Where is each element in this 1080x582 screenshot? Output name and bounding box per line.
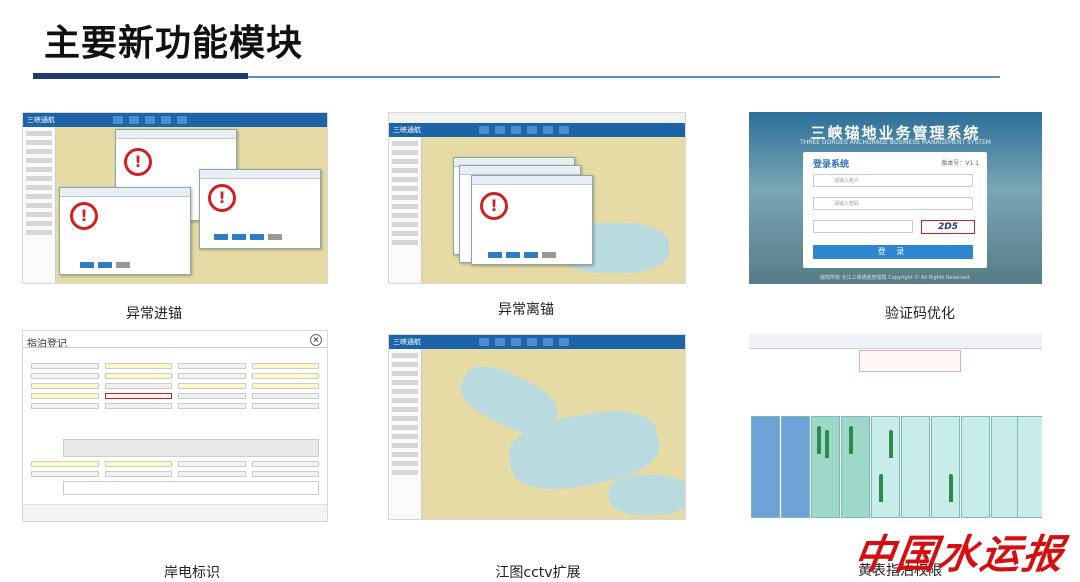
- close-icon[interactable]: ×: [310, 334, 322, 346]
- caption-abnormal-exit: 异常离锚: [498, 302, 554, 318]
- thumbnail-shore-power[interactable]: 指泊登记 ×: [22, 330, 328, 522]
- password-input[interactable]: 请输入密码: [813, 197, 973, 210]
- watermark-logo: 中国水运报: [851, 531, 1068, 578]
- version-label: 版本号：V1.1: [941, 160, 979, 167]
- thumbnail-berth-permission[interactable]: [749, 334, 1042, 520]
- copyright: 版权所有 长江三峡通航管理局 Copyright © All Rights Re…: [820, 275, 971, 281]
- thumbnail-abnormal-entry[interactable]: 三峡通航 ! ! !: [22, 112, 328, 284]
- login-button[interactable]: 登 录: [813, 245, 973, 259]
- title-underline-dark: [33, 73, 248, 79]
- captcha-image[interactable]: 2D5: [921, 220, 975, 234]
- login-heading: 登录系统: [813, 160, 850, 170]
- login-box: 登录系统 版本号：V1.1 请输入账户 请输入密码 2D5 登 录: [803, 152, 987, 268]
- page-title: 主要新功能模块: [44, 23, 304, 64]
- caption-river-map-cctv: 江图cctv扩展: [495, 565, 581, 581]
- thumbnail-abnormal-exit[interactable]: 三峡通航 !: [388, 112, 686, 284]
- thumbnail-river-map-cctv[interactable]: 三峡通航: [388, 334, 686, 520]
- thumbnail-captcha-login[interactable]: 三峡锚地业务管理系统 THREE GORGES ANCHORAGE BUSINE…: [749, 112, 1042, 284]
- caption-captcha: 验证码优化: [885, 306, 955, 322]
- captcha-input[interactable]: [813, 220, 913, 233]
- account-input[interactable]: 请输入账户: [813, 174, 973, 187]
- caption-abnormal-entry: 异常进锚: [126, 306, 182, 322]
- title-underline-light: [248, 76, 1000, 78]
- caption-shore-power: 岸电标识: [164, 565, 220, 581]
- system-subtitle: THREE GORGES ANCHORAGE BUSINESS MANAGEME…: [800, 139, 991, 146]
